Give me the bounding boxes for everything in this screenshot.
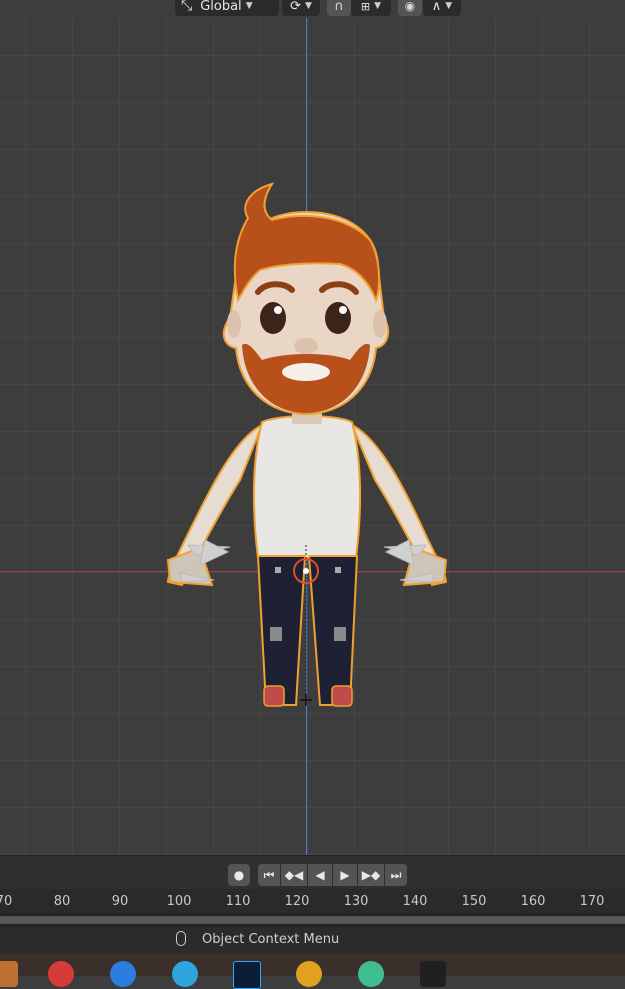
frame-tick: 70 xyxy=(0,894,13,909)
frame-tick: 160 xyxy=(520,894,546,909)
chevron-down-icon: ▼ xyxy=(445,1,453,11)
transform-orientation-icon: ⤡ xyxy=(181,0,193,14)
photoshop-icon[interactable] xyxy=(233,961,261,989)
frame-tick: 110 xyxy=(225,894,251,909)
frame-tick: 130 xyxy=(343,894,369,909)
record-icon: ● xyxy=(233,868,245,882)
next-keyframe-icon: ▶◆ xyxy=(361,868,381,882)
app-3-icon[interactable] xyxy=(110,961,136,987)
frame-tick: 100 xyxy=(166,894,192,909)
knee-bone-right xyxy=(334,627,346,641)
scrollbar-track[interactable] xyxy=(0,916,625,924)
timeline-scrollbar[interactable] xyxy=(0,913,625,927)
prev-keyframe-icon: ◆◀ xyxy=(284,868,304,882)
context-hint: Object Context Menu xyxy=(202,932,340,947)
frame-tick: 120 xyxy=(284,894,310,909)
right-shoe xyxy=(331,685,353,707)
frame-tick: 140 xyxy=(402,894,428,909)
chevron-down-icon: ▼ xyxy=(304,1,312,11)
app-2-icon[interactable] xyxy=(48,961,74,987)
right-ear xyxy=(373,310,387,338)
transform-orientation-dropdown[interactable]: ⤡ Global ▼ xyxy=(175,0,279,16)
os-taskbar xyxy=(0,953,625,989)
torso-shirt xyxy=(252,415,362,559)
pivot-icon: ⟳ xyxy=(290,0,301,14)
play-icon: ▶ xyxy=(340,868,350,882)
chevron-down-icon: ▼ xyxy=(374,1,382,11)
snap-increment-icon: ⊞ xyxy=(360,0,371,13)
app-1-icon[interactable] xyxy=(0,961,18,987)
snap-target-dropdown[interactable]: ⊞ ▼ xyxy=(351,0,391,16)
record-button[interactable]: ● xyxy=(228,864,250,886)
3d-viewport[interactable] xyxy=(0,0,625,855)
proportional-editing-icon: ◉ xyxy=(404,0,416,13)
jump-to-start-icon: ⏮ xyxy=(263,867,275,882)
proportional-editing-button[interactable]: ◉ xyxy=(398,0,422,16)
right-eye xyxy=(325,302,351,334)
chevron-down-icon: ▼ xyxy=(245,1,253,11)
snap-magnet-icon: ∩ xyxy=(334,0,344,14)
character-model[interactable] xyxy=(0,0,625,855)
app-6-icon[interactable] xyxy=(296,961,322,987)
playback-bar: ● ⏮ ◆◀ ◀ ▶ ▶◆ ⏭ xyxy=(0,855,625,890)
jump-to-end-button[interactable]: ⏭ xyxy=(385,864,407,886)
play-button[interactable]: ▶ xyxy=(333,864,357,886)
app-7-icon[interactable] xyxy=(358,961,384,987)
left-shoe xyxy=(263,685,285,707)
next-keyframe-button[interactable]: ▶◆ xyxy=(358,864,384,886)
pivot-point-dropdown[interactable]: ⟳ ▼ xyxy=(282,0,320,16)
viewport-header: ⤡ Global ▼ ⟳ ▼ ∩ ⊞ ▼ ◉ ∧ ▼ xyxy=(0,0,625,18)
frame-tick: 170 xyxy=(579,894,605,909)
nose xyxy=(294,338,318,354)
app-8-icon[interactable] xyxy=(420,961,446,987)
play-reverse-icon: ◀ xyxy=(315,868,325,882)
frame-tick: 80 xyxy=(53,894,71,909)
frame-tick: 150 xyxy=(461,894,487,909)
mouse-right-icon xyxy=(176,931,186,946)
frame-tick: 90 xyxy=(111,894,129,909)
status-bar: Object Context Menu xyxy=(0,927,625,953)
orientation-label: Global xyxy=(200,0,242,14)
jump-to-end-icon: ⏭ xyxy=(390,867,402,882)
prev-keyframe-button[interactable]: ◆◀ xyxy=(281,864,307,886)
falloff-curve-icon: ∧ xyxy=(431,0,442,14)
snap-toggle-button[interactable]: ∩ xyxy=(327,0,351,16)
telegram-icon[interactable] xyxy=(172,961,198,987)
mouth xyxy=(282,363,330,381)
falloff-dropdown[interactable]: ∧ ▼ xyxy=(423,0,461,16)
left-ear xyxy=(227,310,241,338)
frame-ruler[interactable]: 70 80 90 100 110 120 130 140 150 160 170 xyxy=(0,889,625,913)
play-reverse-button[interactable]: ◀ xyxy=(308,864,332,886)
left-eye xyxy=(260,302,286,334)
knee-bone-left xyxy=(270,627,282,641)
jump-to-start-button[interactable]: ⏮ xyxy=(258,864,280,886)
